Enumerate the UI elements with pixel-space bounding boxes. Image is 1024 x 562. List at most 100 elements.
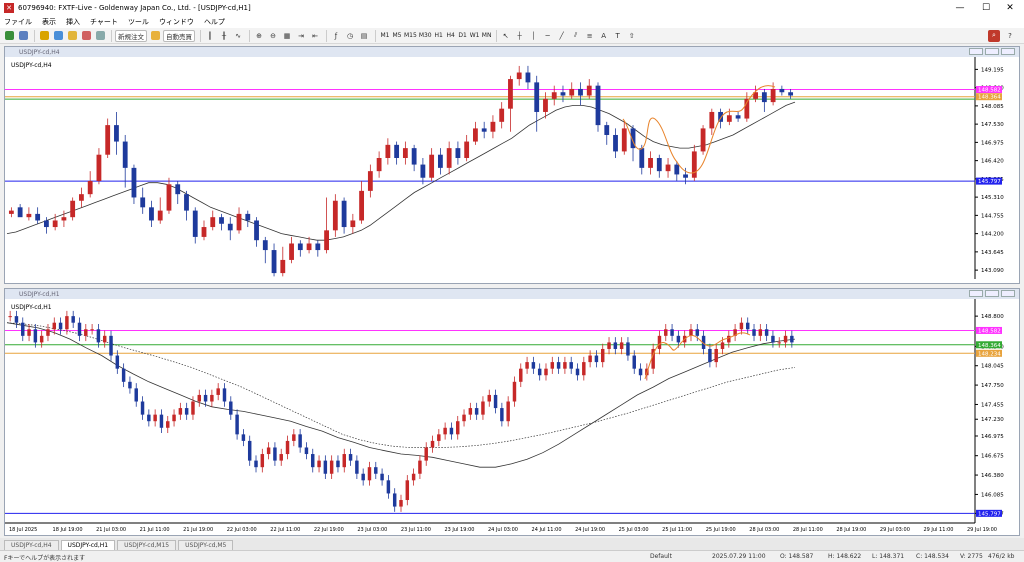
text-icon[interactable]: A	[598, 30, 610, 42]
time-tick-label: 22 Jul 11:00	[270, 527, 300, 533]
candle-body	[367, 467, 372, 481]
candle-body	[405, 480, 410, 501]
time-tick-label: 24 Jul 19:00	[575, 527, 605, 533]
horizontal-line-icon[interactable]: ─	[542, 30, 554, 42]
timeframe-m30[interactable]: M30	[418, 30, 433, 41]
chart-tab-0[interactable]: USDJPY-cd,H4	[4, 540, 59, 550]
price-line-label: 148.582	[978, 88, 1001, 94]
vertical-line-icon[interactable]: │	[528, 30, 540, 42]
market-watch-icon[interactable]	[38, 30, 50, 42]
zoom-out-icon[interactable]: ⊖	[267, 30, 279, 42]
candle-body	[367, 171, 373, 191]
timeframe-w1[interactable]: W1	[469, 30, 481, 41]
chart-window-caption: USDJPY-cd,H4	[5, 47, 1019, 57]
candle-body	[298, 434, 302, 448]
time-tick-label: 23 Jul 19:00	[444, 527, 474, 533]
candle-body	[437, 154, 443, 168]
price-tick-label: 146.380	[981, 473, 1004, 479]
candlestick-icon[interactable]: ╫	[218, 30, 230, 42]
menu-item-4[interactable]: ツール	[128, 17, 149, 27]
chart-shift-icon[interactable]: ⇤	[309, 30, 321, 42]
candle-body	[586, 85, 592, 96]
tile-windows-icon[interactable]: ▦	[281, 30, 293, 42]
chart-tab-2[interactable]: USDJPY-cd,M15	[117, 540, 177, 550]
candle-body	[708, 348, 712, 363]
timeframe-h1[interactable]: H1	[433, 30, 445, 41]
candle-body	[26, 213, 32, 218]
timeframe-mn[interactable]: MN	[481, 30, 493, 41]
candle-body	[292, 434, 296, 441]
price-tick-label: 144.200	[981, 232, 1004, 238]
cursor-icon[interactable]: ↖	[500, 30, 512, 42]
templates-icon[interactable]: ▤	[358, 30, 370, 42]
timeframe-d1[interactable]: D1	[457, 30, 469, 41]
menu-item-1[interactable]: 表示	[42, 17, 56, 27]
fibonacci-icon[interactable]: ≡	[584, 30, 596, 42]
chart-maximize-button[interactable]	[985, 48, 999, 55]
meta-editor-icon[interactable]	[149, 30, 161, 42]
line-chart-icon[interactable]: ∿	[232, 30, 244, 42]
chart-close-button[interactable]	[1001, 48, 1015, 55]
zoom-in-icon[interactable]: ⊕	[253, 30, 265, 42]
menu-item-5[interactable]: ウィンドウ	[159, 17, 194, 27]
new-chart-icon[interactable]	[3, 30, 15, 42]
periods-icon[interactable]: ◷	[344, 30, 356, 42]
status-open: O: 148.587	[780, 553, 814, 560]
candle-body	[39, 335, 44, 343]
minimize-button[interactable]: —	[948, 0, 972, 16]
menu-item-3[interactable]: チャート	[90, 17, 118, 27]
navigator-icon[interactable]	[66, 30, 78, 42]
candle-body	[280, 259, 286, 274]
chart-tab-1[interactable]: USDJPY-cd,H1	[60, 540, 116, 550]
candle-body	[71, 316, 75, 323]
candle-body	[468, 408, 473, 415]
h4-price-chart[interactable]: USDJPY-cd,H4149.195148.640148.085147.530…	[5, 57, 1019, 283]
time-tick-label: 21 Jul 03:00	[96, 527, 126, 533]
chart-minimize-button[interactable]	[969, 290, 983, 297]
channel-icon[interactable]: ⫽	[570, 30, 582, 42]
new-order-button[interactable]: 新規注文	[115, 29, 147, 42]
bar-chart-icon[interactable]: ┃	[204, 30, 216, 42]
search-icon[interactable]: ⌕	[988, 29, 1000, 42]
profiles-icon[interactable]	[17, 30, 29, 42]
close-button[interactable]: ✕	[998, 0, 1022, 16]
menu-item-6[interactable]: ヘルプ	[204, 17, 225, 27]
timeframe-m15[interactable]: M15	[403, 30, 418, 41]
crosshair-icon[interactable]: ┼	[514, 30, 526, 42]
auto-trade-button[interactable]: 自動売買	[163, 29, 195, 42]
menu-item-2[interactable]: 挿入	[66, 17, 80, 27]
h1-price-chart[interactable]: USDJPY-cd,H1148.800148.340148.045147.750…	[5, 299, 1019, 535]
candle-body	[348, 454, 353, 461]
price-tick-label: 148.085	[981, 104, 1004, 110]
indicators-icon[interactable]: ƒ	[330, 30, 342, 42]
chart-close-button[interactable]	[1001, 290, 1015, 297]
auto-scroll-icon[interactable]: ⇥	[295, 30, 307, 42]
candle-body	[376, 157, 382, 172]
chart-tab-3[interactable]: USDJPY-cd,M5	[178, 540, 234, 550]
arrows-icon[interactable]: ⇧	[626, 30, 638, 42]
maximize-button[interactable]: ☐	[974, 0, 998, 16]
tester-icon[interactable]	[94, 30, 106, 42]
candle-body	[474, 408, 479, 415]
chart-maximize-button[interactable]	[985, 290, 999, 297]
candle-body	[175, 184, 181, 195]
menu-item-0[interactable]: ファイル	[4, 17, 32, 27]
chart-minimize-button[interactable]	[969, 48, 983, 55]
label-icon[interactable]: T	[612, 30, 624, 42]
timeframe-m1[interactable]: M1	[379, 30, 391, 41]
candle-body	[735, 115, 741, 119]
candle-body	[271, 250, 277, 274]
timeframe-m5[interactable]: M5	[391, 30, 403, 41]
chart-window-h4[interactable]: USDJPY-cd,H4 USDJPY-cd,H4149.195148.6401…	[4, 46, 1020, 284]
data-window-icon[interactable]	[52, 30, 64, 42]
help-icon[interactable]: ?	[1004, 30, 1016, 42]
terminal-icon[interactable]	[80, 30, 92, 42]
candle-body	[96, 154, 102, 182]
trendline-icon[interactable]: ╱	[556, 30, 568, 42]
candle-body	[664, 329, 668, 336]
time-tick-label: 28 Jul 11:00	[793, 527, 823, 533]
candle-body	[33, 329, 38, 343]
price-tick-label: 143.645	[981, 250, 1004, 256]
timeframe-h4[interactable]: H4	[445, 30, 457, 41]
chart-window-h1[interactable]: USDJPY-cd,H1 USDJPY-cd,H1148.800148.3401…	[4, 288, 1020, 536]
